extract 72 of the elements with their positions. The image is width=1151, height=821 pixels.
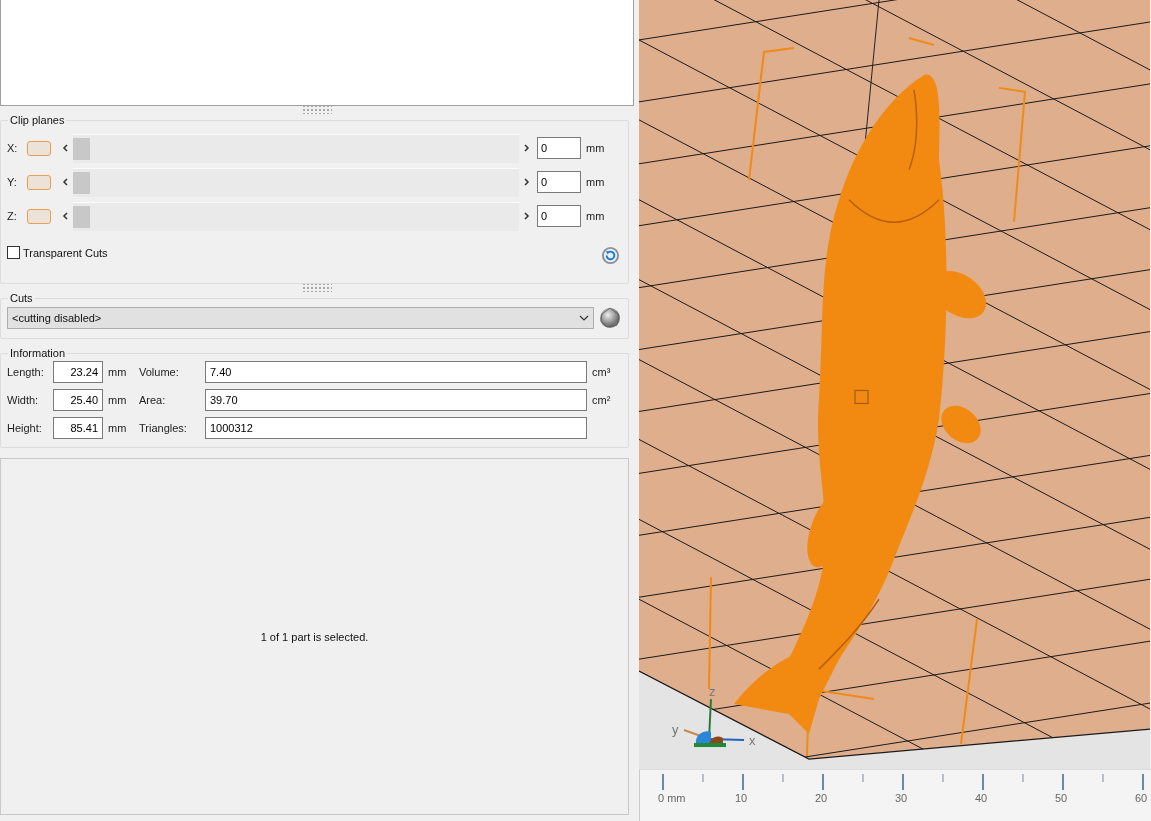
unit-label: mm xyxy=(107,394,128,406)
ruler-tick xyxy=(902,773,904,791)
axis-label: y xyxy=(672,722,679,738)
offset-field[interactable]: 0 xyxy=(537,137,581,159)
ruler-tick xyxy=(942,773,944,783)
unit-label: mm xyxy=(585,142,606,154)
ruler-label: 10 xyxy=(735,792,748,804)
group-title: Cuts xyxy=(9,292,34,304)
field-label: Width: xyxy=(7,394,40,406)
axis-label: X: xyxy=(7,142,19,154)
value-field[interactable]: 23.24 xyxy=(53,361,103,383)
field-label: Height: xyxy=(7,422,43,434)
sphere-icon[interactable] xyxy=(598,306,622,330)
unit-label: mm xyxy=(107,366,128,378)
plane-toggle[interactable] xyxy=(27,174,51,190)
offset-field[interactable]: 0 xyxy=(537,205,581,227)
splitter-grip[interactable] xyxy=(302,106,332,114)
field-label: Area: xyxy=(139,394,167,406)
slider-track[interactable] xyxy=(73,133,519,163)
value-field[interactable]: 1000312 xyxy=(205,417,587,439)
axis-gizmo-icon xyxy=(683,698,745,748)
field-label: Triangles: xyxy=(139,422,188,434)
value-field[interactable]: 85.41 xyxy=(53,417,103,439)
ruler-tick xyxy=(862,773,864,783)
ruler-tick xyxy=(1062,773,1064,791)
offset-field[interactable]: 0 xyxy=(537,171,581,193)
value-field[interactable]: 39.70 xyxy=(205,389,587,411)
unit-label: mm xyxy=(585,176,606,188)
ruler-tick xyxy=(822,773,824,791)
ruler-label: 30 xyxy=(895,792,908,804)
ruler-tick xyxy=(1102,773,1104,783)
ruler-label: 0 mm xyxy=(658,792,686,804)
ruler-tick xyxy=(662,773,664,791)
ruler-tick xyxy=(1022,773,1024,783)
cuts-dropdown[interactable]: <cutting disabled> xyxy=(7,307,594,329)
ruler-tick xyxy=(782,773,784,783)
value-field[interactable]: 7.40 xyxy=(205,361,587,383)
plane-toggle[interactable] xyxy=(27,140,51,156)
unit-label: mm xyxy=(585,210,606,222)
field-label: Volume: xyxy=(139,366,180,378)
axis-label: Z: xyxy=(7,210,18,222)
group-title: Information xyxy=(9,347,67,359)
field-label: Length: xyxy=(7,366,45,378)
selection-marker-icon xyxy=(854,389,869,405)
ruler-label: 40 xyxy=(975,792,988,804)
slider-track[interactable] xyxy=(73,167,519,197)
checkbox[interactable] xyxy=(7,246,20,259)
slider-thumb[interactable] xyxy=(73,137,90,160)
value-field[interactable]: 25.40 xyxy=(53,389,103,411)
axis-label: Y: xyxy=(7,176,18,188)
checkbox-label: Transparent Cuts xyxy=(23,246,108,259)
caret-icon[interactable] xyxy=(579,315,589,321)
ruler-tick xyxy=(982,773,984,791)
reset-icon[interactable] xyxy=(601,246,620,265)
ruler-tick xyxy=(742,773,744,791)
axis-label: x xyxy=(749,733,756,749)
ruler-label: 60 xyxy=(1135,792,1148,804)
group-title: Clip planes xyxy=(9,114,66,126)
slider-track[interactable] xyxy=(73,201,519,231)
ruler-label: 50 xyxy=(1055,792,1068,804)
unit-label: cm³ xyxy=(591,366,612,378)
ruler-label: 20 xyxy=(815,792,828,804)
axis-label: z xyxy=(709,684,716,700)
unit-label: cm² xyxy=(591,394,612,406)
unit-label: mm xyxy=(107,422,128,434)
slider-thumb[interactable] xyxy=(73,205,90,228)
ruler-tick xyxy=(1142,773,1144,791)
selection-status: 1 of 1 part is selected. xyxy=(260,630,369,643)
slider-thumb[interactable] xyxy=(73,171,90,194)
ruler-tick xyxy=(702,773,704,783)
plane-toggle[interactable] xyxy=(27,208,51,224)
splitter-grip[interactable] xyxy=(302,284,332,292)
